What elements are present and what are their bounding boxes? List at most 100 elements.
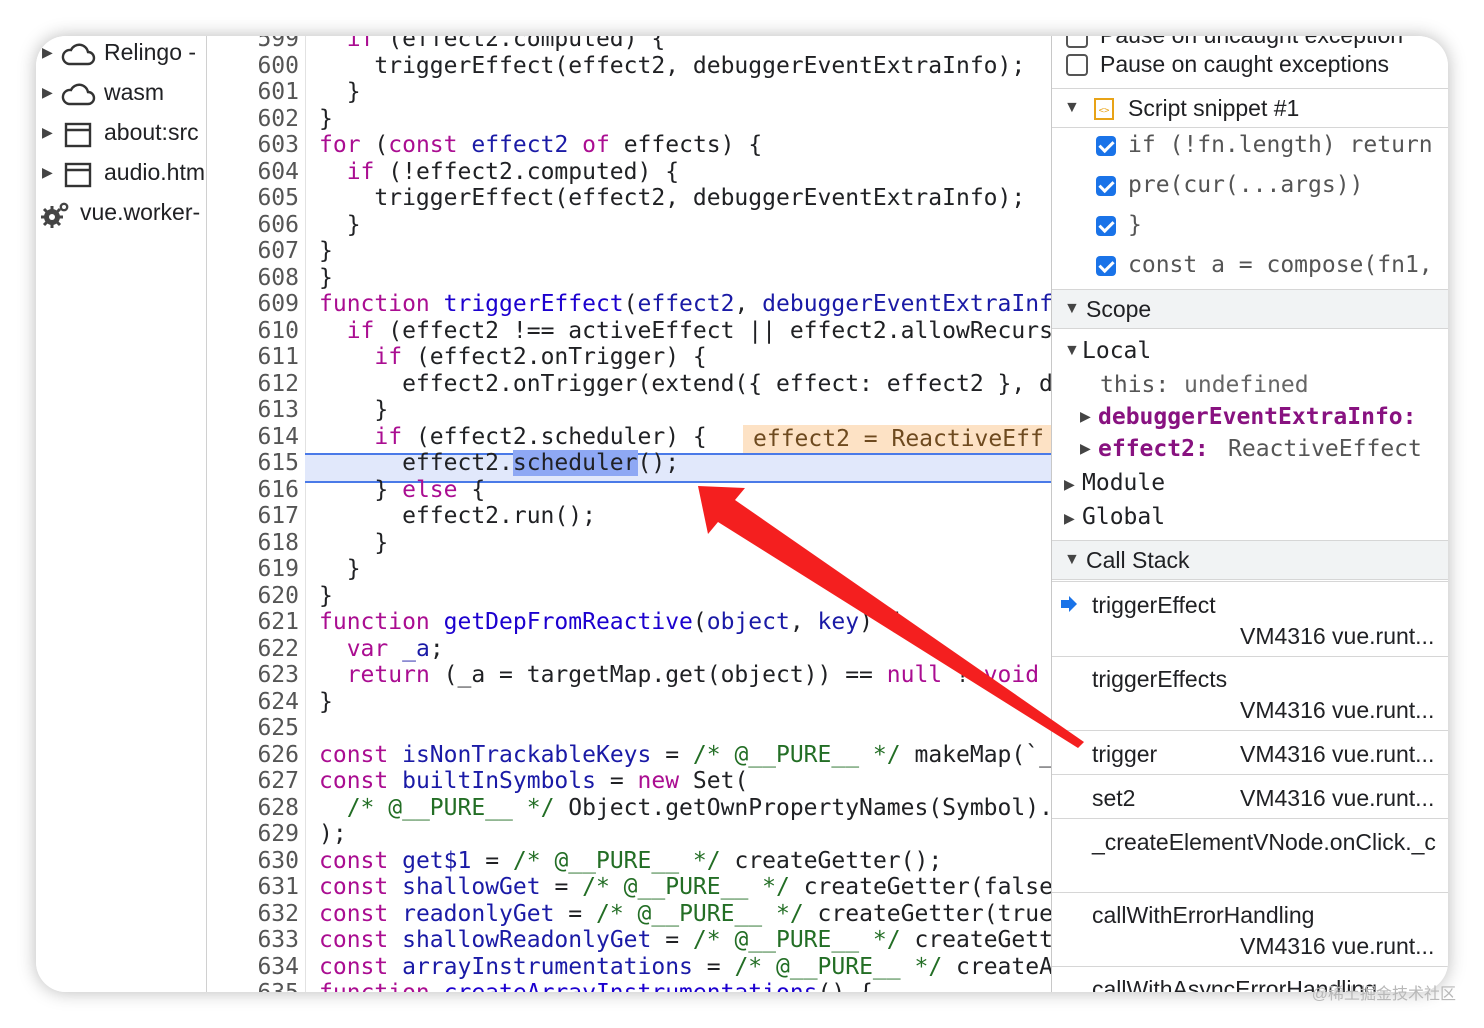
- line-number[interactable]: 599: [207, 36, 299, 53]
- line-number[interactable]: 623: [207, 662, 299, 689]
- line-number[interactable]: 600: [207, 53, 299, 80]
- breakpoint-checkbox[interactable]: [1096, 216, 1116, 236]
- code-line: for (const effect2 of effects) {: [319, 132, 763, 158]
- line-number[interactable]: 628: [207, 795, 299, 822]
- code-line: if (effect2.onTrigger) {: [374, 344, 707, 370]
- expand-arrow-icon[interactable]: ▶: [1064, 510, 1075, 527]
- line-number[interactable]: 633: [207, 927, 299, 954]
- expand-arrow-icon[interactable]: ▶: [42, 84, 53, 101]
- scope-module[interactable]: Module: [1082, 470, 1165, 496]
- line-number[interactable]: 601: [207, 79, 299, 106]
- line-number[interactable]: 604: [207, 159, 299, 186]
- pause-uncaught-checkbox[interactable]: [1066, 36, 1088, 48]
- gear-icon: [41, 202, 69, 228]
- line-number[interactable]: 603: [207, 132, 299, 159]
- breakpoint-code: if (!fn.length) return: [1128, 132, 1433, 158]
- line-number[interactable]: 607: [207, 238, 299, 265]
- line-number[interactable]: 605: [207, 185, 299, 212]
- line-number[interactable]: 610: [207, 318, 299, 345]
- scope-prop-debuggerEventExtraInfo[interactable]: debuggerEventExtraInfo:: [1098, 404, 1417, 430]
- breakpoint-code: pre(cur(...args)): [1128, 172, 1364, 198]
- expand-arrow-icon[interactable]: ▶: [42, 124, 53, 141]
- line-number[interactable]: 613: [207, 397, 299, 424]
- expand-arrow-icon[interactable]: ▶: [1080, 440, 1091, 457]
- code-line: }: [319, 264, 333, 291]
- code-line: if (effect2.scheduler) {: [374, 423, 707, 450]
- breakpoint-checkbox[interactable]: [1096, 256, 1116, 276]
- code-line: effect2.scheduler();: [319, 450, 680, 476]
- line-number[interactable]: 621: [207, 609, 299, 636]
- tree-item-label: about:src: [104, 119, 199, 145]
- tree-item-relingo[interactable]: ▶ Relingo -: [36, 36, 206, 76]
- pause-caught-checkbox[interactable]: [1066, 54, 1088, 76]
- pause-uncaught-label: Pause on uncaught exception: [1100, 36, 1403, 49]
- line-number[interactable]: 612: [207, 371, 299, 398]
- breakpoint-checkbox[interactable]: [1096, 136, 1116, 156]
- code-line: const get$1 = /* @__PURE__ */ createGett…: [319, 847, 943, 874]
- snippet-title: Script snippet #1: [1128, 95, 1300, 121]
- scope-section-header[interactable]: ▼ Scope: [1052, 289, 1448, 329]
- scope-global[interactable]: Global: [1082, 504, 1165, 530]
- frame-name: callWithErrorHandling: [1092, 902, 1315, 928]
- line-number[interactable]: 617: [207, 503, 299, 530]
- line-number[interactable]: 631: [207, 874, 299, 901]
- tree-item-about-src[interactable]: ▶ about:src: [36, 116, 206, 156]
- line-number[interactable]: 619: [207, 556, 299, 583]
- frame-location[interactable]: VM4316 vue.runt...: [1240, 785, 1434, 812]
- snippet-file-icon: <>: [1094, 98, 1114, 120]
- line-number-gutter[interactable]: 599 600 601 602 603 604 605 606 607 608 609 610 611 6…: [207, 36, 306, 992]
- code-line: function createArrayInstrumentations() {: [319, 980, 873, 992]
- tree-item-vue-worker[interactable]: vue.worker-: [36, 196, 206, 236]
- line-number[interactable]: 630: [207, 848, 299, 875]
- breakpoint-code: }: [1128, 212, 1142, 238]
- tree-item-wasm[interactable]: ▶ wasm: [36, 76, 206, 116]
- code-line: if (!effect2.computed) {: [346, 158, 680, 185]
- breakpoint-checkbox[interactable]: [1096, 176, 1116, 196]
- expand-arrow-icon[interactable]: ▶: [42, 44, 53, 61]
- scope-prop-effect2[interactable]: effect2:: [1098, 436, 1209, 462]
- frame-name: set2: [1092, 785, 1136, 811]
- code-editor[interactable]: 599 600 601 602 603 604 605 606 607 608 609 610 611 6…: [207, 36, 1051, 992]
- expand-arrow-icon[interactable]: ▶: [1080, 408, 1091, 425]
- line-number[interactable]: 614: [207, 424, 299, 451]
- code-line: }: [319, 582, 333, 609]
- line-number[interactable]: 606: [207, 212, 299, 239]
- frame-name: triggerEffect: [1092, 592, 1216, 618]
- tree-item-audio[interactable]: ▶ audio.htm: [36, 156, 206, 196]
- frame-location[interactable]: VM4316 vue.runt...: [1240, 741, 1434, 768]
- code-line: }: [319, 688, 333, 715]
- line-number[interactable]: 624: [207, 689, 299, 716]
- line-number[interactable]: 632: [207, 901, 299, 928]
- code-line: const isNonTrackableKeys = /* @__PURE__ …: [319, 741, 1051, 768]
- code-line: const readonlyGet = /* @__PURE__ */ crea…: [319, 900, 1051, 927]
- tree-item-label: vue.worker-: [80, 199, 201, 225]
- frame-location[interactable]: VM4316 vue.runt...: [1240, 623, 1434, 650]
- scope-local[interactable]: Local: [1082, 338, 1151, 364]
- line-number[interactable]: 609: [207, 291, 299, 318]
- line-number[interactable]: 629: [207, 821, 299, 848]
- line-number[interactable]: 618: [207, 530, 299, 557]
- line-number[interactable]: 615: [207, 450, 299, 477]
- callstack-section-header[interactable]: ▼ Call Stack: [1052, 540, 1448, 580]
- frame-location[interactable]: VM4316 vue.runt...: [1240, 933, 1434, 960]
- line-number[interactable]: 622: [207, 636, 299, 663]
- line-number[interactable]: 635: [207, 980, 299, 992]
- line-number[interactable]: 620: [207, 583, 299, 610]
- line-number[interactable]: 634: [207, 954, 299, 981]
- line-number[interactable]: 602: [207, 106, 299, 133]
- file-tree: ▶ Relingo - ▶ wasm ▶ about:src ▶ audio.h…: [36, 36, 207, 992]
- line-number[interactable]: 626: [207, 742, 299, 769]
- snippet-section-header[interactable]: ▼ <> Script snippet #1: [1052, 88, 1448, 128]
- collapse-triangle-icon: ▼: [1064, 99, 1080, 116]
- expand-arrow-icon[interactable]: ▶: [1064, 476, 1075, 493]
- line-number[interactable]: 616: [207, 477, 299, 504]
- line-number[interactable]: 627: [207, 768, 299, 795]
- line-number[interactable]: 608: [207, 265, 299, 292]
- expand-arrow-icon[interactable]: ▶: [42, 164, 53, 181]
- line-number[interactable]: 611: [207, 344, 299, 371]
- frame-icon: [64, 162, 92, 188]
- line-number[interactable]: 625: [207, 715, 299, 742]
- collapse-triangle-icon[interactable]: ▼: [1064, 342, 1080, 360]
- frame-location[interactable]: VM4316 vue.runt...: [1240, 697, 1434, 724]
- scope-prop-effect2-value: ReactiveEffect: [1228, 436, 1422, 462]
